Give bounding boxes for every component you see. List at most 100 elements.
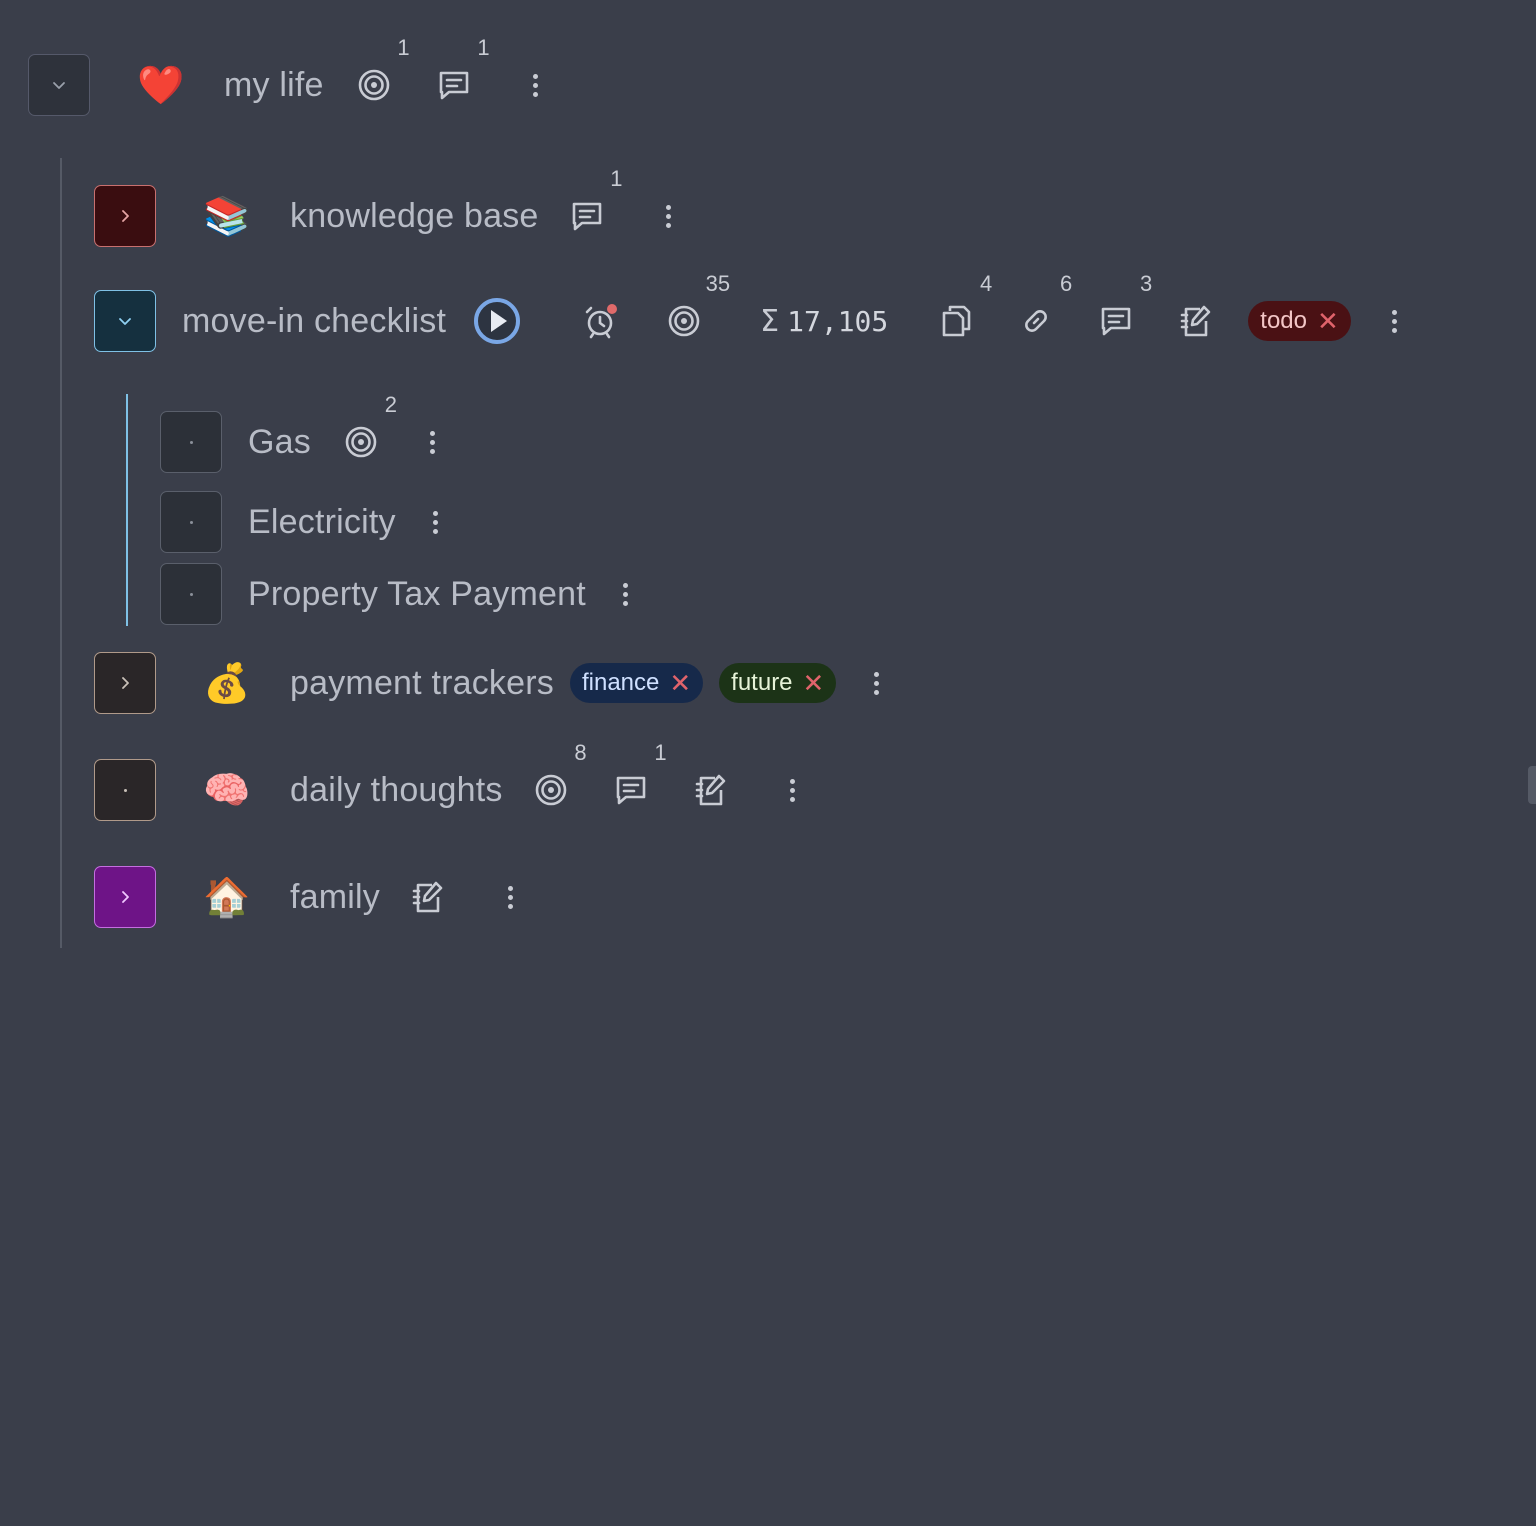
leaf-toggle[interactable] bbox=[160, 491, 222, 553]
comments-button[interactable]: 1 bbox=[611, 740, 667, 810]
goals-button[interactable]: 1 bbox=[354, 35, 410, 105]
node-title[interactable]: my life bbox=[224, 66, 324, 105]
target-icon bbox=[535, 774, 566, 806]
close-icon[interactable]: ✕ bbox=[669, 670, 691, 696]
tree-guide-line bbox=[60, 158, 62, 948]
leaf-toggle[interactable] bbox=[160, 411, 222, 473]
comments-button[interactable]: 3 bbox=[1096, 271, 1152, 341]
tree-subnode: Gas 2 bbox=[160, 392, 443, 473]
play-icon bbox=[474, 298, 521, 344]
kebab-menu-icon[interactable] bbox=[866, 671, 886, 695]
sum-value: 17,105 bbox=[787, 304, 889, 338]
tag-future[interactable]: future ✕ bbox=[719, 663, 837, 703]
node-emoji[interactable]: 💰 bbox=[202, 664, 252, 702]
close-icon[interactable]: ✕ bbox=[1317, 308, 1339, 334]
comments-count: 1 bbox=[477, 35, 490, 60]
chevron-right-icon bbox=[122, 210, 129, 222]
kebab-menu-icon[interactable] bbox=[783, 778, 803, 802]
files-count: 4 bbox=[980, 271, 993, 296]
tree-node: 🏠 family bbox=[94, 866, 520, 928]
kebab-menu-icon[interactable] bbox=[616, 582, 636, 606]
node-title[interactable]: daily thoughts bbox=[290, 771, 503, 810]
node-title[interactable]: family bbox=[290, 878, 380, 917]
kebab-menu-icon[interactable] bbox=[423, 430, 443, 454]
comment-icon bbox=[616, 776, 645, 805]
goals-button[interactable]: 2 bbox=[341, 392, 397, 462]
outline-tree: ❤️ my life 1 1 📚 knowledge base 1 move-i… bbox=[0, 0, 1536, 1526]
note-edit-icon bbox=[695, 774, 725, 806]
tree-subnode: Electricity bbox=[160, 491, 446, 553]
goals-button[interactable]: 35 bbox=[664, 271, 730, 341]
node-title[interactable]: knowledge base bbox=[290, 197, 539, 236]
comment-icon bbox=[1101, 307, 1131, 336]
dot-icon bbox=[123, 788, 127, 792]
kebab-menu-icon[interactable] bbox=[500, 885, 520, 909]
files-button[interactable]: 4 bbox=[936, 271, 992, 341]
expand-toggle[interactable] bbox=[94, 185, 156, 247]
target-icon bbox=[668, 305, 700, 337]
goals-button[interactable]: 8 bbox=[531, 740, 587, 810]
node-title[interactable]: Electricity bbox=[248, 503, 396, 542]
tag-label: todo bbox=[1260, 307, 1307, 334]
sigma-icon: Σ bbox=[760, 303, 780, 339]
note-edit-icon bbox=[412, 881, 443, 913]
notes-button[interactable] bbox=[691, 770, 731, 810]
tag-label: future bbox=[731, 669, 793, 696]
comments-button[interactable]: 1 bbox=[434, 35, 490, 105]
comments-count: 1 bbox=[654, 740, 667, 765]
links-count: 6 bbox=[1060, 271, 1073, 296]
comment-icon bbox=[572, 202, 601, 231]
tree-node-root: ❤️ my life 1 1 bbox=[28, 35, 546, 116]
tag-finance[interactable]: finance ✕ bbox=[569, 663, 704, 703]
chevron-down-icon bbox=[119, 318, 131, 325]
chevron-right-icon bbox=[122, 891, 129, 903]
comments-button[interactable]: 1 bbox=[567, 166, 623, 236]
dot-icon bbox=[189, 520, 193, 524]
comments-count: 3 bbox=[1140, 271, 1153, 296]
resize-handle[interactable] bbox=[1528, 766, 1536, 804]
comments-count: 1 bbox=[610, 166, 623, 191]
kebab-menu-icon[interactable] bbox=[526, 73, 546, 97]
link-icon bbox=[1025, 310, 1048, 332]
node-emoji[interactable]: 🧠 bbox=[202, 771, 252, 809]
goals-count: 8 bbox=[574, 740, 587, 765]
dot-icon bbox=[189, 440, 193, 444]
links-button[interactable]: 6 bbox=[1016, 271, 1072, 341]
sum-field[interactable]: Σ 17,105 bbox=[760, 304, 888, 339]
tag-label: finance bbox=[581, 669, 660, 696]
collapse-toggle[interactable] bbox=[94, 290, 156, 352]
leaf-toggle[interactable] bbox=[94, 759, 156, 821]
expand-toggle[interactable] bbox=[94, 652, 156, 714]
close-icon[interactable]: ✕ bbox=[803, 670, 825, 696]
comment-icon bbox=[439, 71, 468, 100]
node-title[interactable]: Property Tax Payment bbox=[248, 575, 586, 614]
notes-button[interactable] bbox=[408, 877, 448, 917]
chevron-down-icon bbox=[53, 82, 65, 89]
node-emoji[interactable]: ❤️ bbox=[136, 66, 186, 104]
leaf-toggle[interactable] bbox=[160, 563, 222, 625]
kebab-menu-icon[interactable] bbox=[1385, 309, 1405, 333]
chevron-right-icon bbox=[122, 677, 129, 689]
node-title[interactable]: Gas bbox=[248, 423, 311, 462]
node-emoji[interactable]: 📚 bbox=[202, 197, 252, 235]
node-emoji[interactable]: 🏠 bbox=[202, 878, 252, 916]
node-title[interactable]: payment trackers bbox=[290, 664, 554, 703]
tree-node: move-in checklist 35 Σ 17,105 4 6 3 todo… bbox=[94, 271, 1405, 352]
kebab-menu-icon[interactable] bbox=[426, 510, 446, 534]
alarm-icon bbox=[585, 304, 618, 339]
kebab-menu-icon[interactable] bbox=[659, 204, 679, 228]
goals-count: 1 bbox=[397, 35, 410, 60]
collapse-toggle[interactable] bbox=[28, 54, 90, 116]
notes-button[interactable] bbox=[1176, 301, 1216, 341]
reminder-button[interactable] bbox=[580, 301, 620, 341]
expand-toggle[interactable] bbox=[94, 866, 156, 928]
node-title[interactable]: move-in checklist bbox=[182, 302, 446, 341]
tag-todo[interactable]: todo ✕ bbox=[1248, 301, 1351, 341]
tree-node: 💰 payment trackers finance ✕ future ✕ bbox=[94, 652, 886, 714]
dot-icon bbox=[189, 592, 193, 596]
tree-subnode: Property Tax Payment bbox=[160, 563, 636, 625]
target-icon bbox=[358, 69, 389, 101]
tree-node: 🧠 daily thoughts 8 1 bbox=[94, 740, 803, 821]
note-edit-icon bbox=[1180, 305, 1211, 337]
timer-play-button[interactable] bbox=[472, 296, 522, 346]
